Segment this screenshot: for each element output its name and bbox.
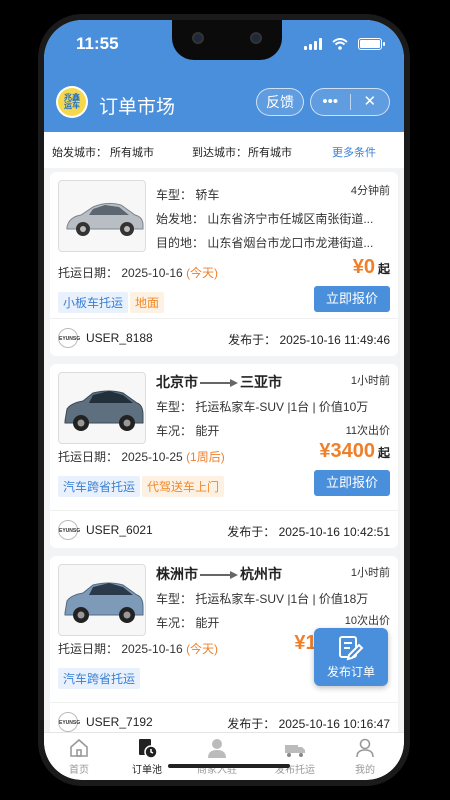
route-origin: 株洲市: [156, 566, 198, 582]
user-avatar: EYUNSG: [58, 712, 80, 732]
app-logo: 兆鑫 运车: [56, 86, 88, 118]
more-menu-button[interactable]: •••: [311, 89, 350, 115]
arrow-right-icon: [200, 379, 238, 388]
signal-icon: [304, 38, 322, 50]
status-bar: 11:55: [44, 20, 404, 72]
phone-frame: 11:55 兆鑫 运车 订单市场 反馈 ••• ✕ 始发城市： 所有城市 到达城…: [38, 14, 410, 786]
tag: 代驾送车上门: [142, 476, 225, 497]
time-ago: 1小时前: [350, 567, 390, 579]
user-name: USER_8188: [86, 331, 153, 345]
order-card[interactable]: 车型： 轿车 4分钟前 始发地： 山东省济宁市任城区南张街道... 目的地： 山…: [50, 172, 398, 356]
dest-city-select[interactable]: 所有城市: [248, 144, 292, 160]
screen: 11:55 兆鑫 运车 订单市场 反馈 ••• ✕ 始发城市： 所有城市 到达城…: [44, 20, 404, 780]
route: 北京市 三亚市: [156, 372, 282, 392]
tag: 小板车托运: [58, 292, 129, 313]
ship-date: 托运日期： 2025-10-25 (1周后): [58, 450, 225, 464]
feedback-button[interactable]: 反馈: [256, 88, 304, 116]
user-name: USER_7192: [86, 715, 153, 729]
user-avatar: EYUNSG: [58, 520, 80, 540]
battery-icon: [358, 38, 385, 50]
tab-publish[interactable]: 发布托运: [260, 737, 330, 776]
time-ago: 4分钟前: [350, 185, 390, 197]
order-card[interactable]: 北京市 三亚市 1小时前 车型： 托运私家车-SUV |1台 | 价值10万 车况…: [50, 364, 398, 548]
status-icons: [304, 38, 385, 50]
posted-time: 发布于： 2025-10-16 11:49:46: [228, 333, 390, 347]
destination-address: 目的地： 山东省烟台市龙口市龙港街道...: [156, 236, 374, 250]
route-destination: 三亚市: [240, 374, 282, 390]
bottom-tab-bar: 首页 订单池 商家入驻 发布托运 我的: [44, 732, 404, 780]
publish-order-label: 发布订单: [326, 665, 375, 679]
user-name: USER_6021: [86, 523, 153, 537]
status-time: 11:55: [76, 34, 119, 53]
origin-filter-label: 始发城市：: [52, 147, 107, 159]
price: ¥3400 起: [319, 440, 390, 462]
tab-order-pool[interactable]: 订单池: [112, 737, 182, 776]
car-image: [58, 564, 146, 636]
close-button[interactable]: ✕: [351, 89, 390, 115]
order-pool-icon: [139, 739, 158, 759]
truck-icon: [285, 745, 305, 757]
time-ago: 1小时前: [350, 375, 390, 387]
tab-label: 首页: [69, 765, 89, 776]
car-type: 车型： 轿车: [156, 188, 220, 202]
tag: 汽车跨省托运: [58, 668, 141, 689]
quote-button[interactable]: 立即报价: [314, 470, 390, 496]
date-note: (今天): [186, 266, 219, 280]
tab-profile[interactable]: 我的: [330, 737, 400, 776]
wifi-icon: [332, 38, 348, 50]
posted-time: 发布于： 2025-10-16 10:42:51: [227, 525, 390, 539]
price: ¥0 起: [352, 256, 390, 278]
camera-icon: [192, 32, 204, 44]
car-type: 车型： 托运私家车-SUV |1台 | 价值18万: [156, 592, 369, 606]
date-note: (今天): [186, 642, 219, 656]
bid-count: 10次出价: [344, 615, 390, 627]
tab-merchant[interactable]: 商家入驻: [182, 737, 252, 776]
ship-date: 托运日期： 2025-10-16 (今天): [58, 266, 219, 280]
page-title: 订单市场: [99, 97, 176, 118]
route: 株洲市 杭州市: [156, 564, 282, 584]
edit-document-icon: [339, 636, 364, 661]
posted-time: 发布于： 2025-10-16 10:16:47: [227, 717, 390, 731]
tag: 汽车跨省托运: [58, 476, 141, 497]
more-filters-link[interactable]: 更多条件: [332, 144, 376, 160]
merchant-icon: [208, 739, 226, 758]
car-condition: 车况： 能开: [156, 616, 220, 630]
profile-icon: [356, 738, 374, 758]
user-avatar: EYUNSG: [58, 328, 80, 348]
ship-date: 托运日期： 2025-10-16 (今天): [58, 642, 219, 656]
route-origin: 北京市: [156, 374, 198, 390]
car-type: 车型： 托运私家车-SUV |1台 | 价值10万: [156, 400, 369, 414]
home-icon: [70, 738, 88, 757]
date-note: (1周后): [186, 450, 225, 464]
app-header: 兆鑫 运车 订单市场 反馈 ••• ✕: [44, 72, 404, 132]
publish-order-button[interactable]: 发布订单: [314, 628, 388, 686]
route-destination: 杭州市: [240, 566, 282, 582]
dest-filter-label: 到达城市：: [192, 147, 247, 159]
car-condition: 车况： 能开: [156, 424, 220, 438]
sensor-icon: [250, 32, 262, 44]
quote-button[interactable]: 立即报价: [314, 286, 390, 312]
miniapp-capsule: ••• ✕: [310, 88, 390, 116]
filter-bar: 始发城市： 所有城市 到达城市： 所有城市 更多条件: [44, 132, 404, 168]
home-indicator: [168, 764, 290, 768]
tag: 地面: [130, 292, 165, 313]
tab-home[interactable]: 首页: [44, 737, 114, 776]
origin-address: 始发地： 山东省济宁市任城区南张街道...: [156, 212, 374, 226]
origin-city-select[interactable]: 所有城市: [110, 144, 154, 160]
bid-count: 11次出价: [345, 425, 390, 437]
car-image: [58, 372, 146, 444]
camera-notch: [172, 20, 282, 60]
car-image: [58, 180, 146, 252]
tab-label: 我的: [355, 765, 375, 776]
arrow-right-icon: [200, 571, 238, 580]
